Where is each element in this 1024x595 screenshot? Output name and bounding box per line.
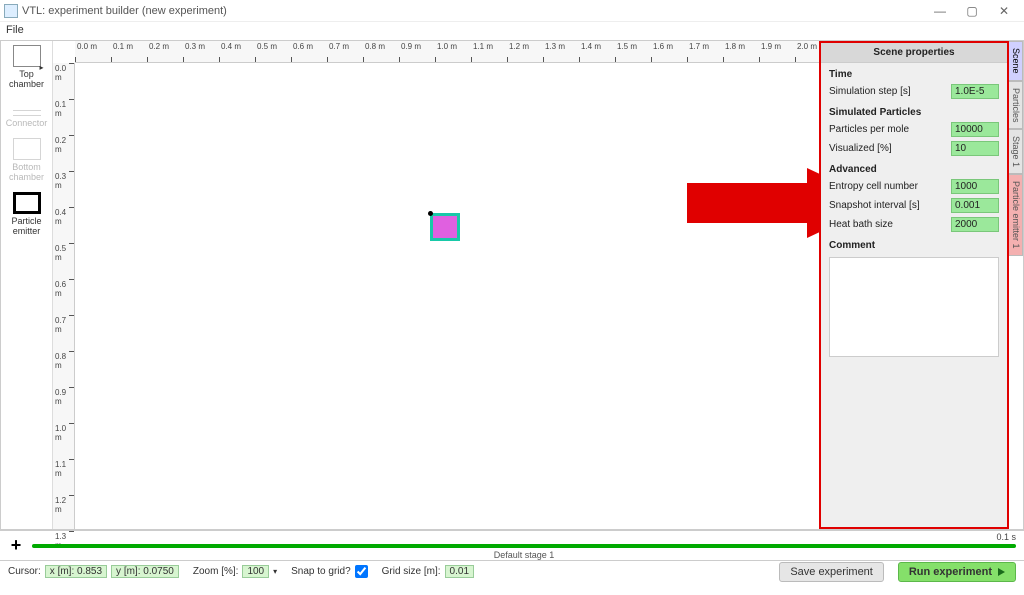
- titlebar: VTL: experiment builder (new experiment)…: [0, 0, 1024, 22]
- add-stage-button[interactable]: +: [8, 535, 24, 556]
- section-advanced: Advanced: [821, 158, 1007, 177]
- connector-icon: [13, 110, 41, 116]
- zoom-field[interactable]: 100: [242, 565, 269, 578]
- sim-step-label: Simulation step [s]: [829, 86, 945, 97]
- run-experiment-button[interactable]: Run experiment: [898, 562, 1016, 582]
- tab-scene[interactable]: Scene: [1009, 41, 1023, 81]
- tool-label: Top chamber: [5, 69, 49, 89]
- tab-particles[interactable]: Particles: [1009, 81, 1023, 130]
- zoom-control: Zoom [%]: 100 ▾: [193, 565, 277, 578]
- window-title: VTL: experiment builder (new experiment): [22, 5, 227, 17]
- top-chamber-icon: [13, 45, 41, 67]
- tool-label: Connector: [6, 118, 48, 128]
- menubar: File: [0, 22, 1024, 40]
- canvas[interactable]: [75, 63, 819, 529]
- timeline-end: 0.1 s: [996, 532, 1016, 542]
- comment-textarea[interactable]: [829, 257, 999, 357]
- canvas-area: 0.0 m0.1 m0.2 m0.3 m0.4 m0.5 m0.6 m0.7 m…: [53, 41, 819, 529]
- cursor-y: y [m]: 0.0750: [111, 565, 179, 578]
- timeline: + 0.1 s Default stage 1: [0, 530, 1024, 560]
- save-experiment-button[interactable]: Save experiment: [779, 562, 884, 582]
- tool-label: Bottom chamber: [5, 162, 49, 182]
- vis-field[interactable]: 10: [951, 141, 999, 156]
- zoom-dropdown-icon[interactable]: ▾: [273, 567, 277, 576]
- run-label: Run experiment: [909, 566, 992, 578]
- snapshot-label: Snapshot interval [s]: [829, 200, 945, 211]
- side-tabs: Scene Particles Stage 1 Particle emitter…: [1009, 41, 1023, 529]
- entropy-label: Entropy cell number: [829, 181, 945, 192]
- tool-particle-emitter[interactable]: Particle emitter: [5, 192, 49, 236]
- maximize-button[interactable]: ▢: [956, 4, 988, 18]
- minimize-button[interactable]: —: [924, 4, 956, 18]
- snap-checkbox[interactable]: [355, 565, 368, 578]
- tab-stage[interactable]: Stage 1: [1009, 129, 1023, 174]
- shape-handle[interactable]: [428, 211, 433, 216]
- particle-emitter-icon: [13, 192, 41, 214]
- ppm-label: Particles per mole: [829, 124, 945, 135]
- section-comment: Comment: [821, 234, 1007, 253]
- toolbox: Top chamber ▸ Connector Bottom chamber P…: [1, 41, 53, 529]
- tool-connector[interactable]: Connector: [5, 110, 49, 128]
- tool-top-chamber[interactable]: Top chamber ▸: [5, 45, 49, 100]
- heatbath-label: Heat bath size: [829, 219, 945, 230]
- play-icon: [998, 568, 1005, 576]
- vis-label: Visualized [%]: [829, 143, 945, 154]
- properties-panel: Scene properties Time Simulation step [s…: [819, 41, 1009, 529]
- heatbath-field[interactable]: 2000: [951, 217, 999, 232]
- close-button[interactable]: ✕: [988, 4, 1020, 18]
- app-body: Top chamber ▸ Connector Bottom chamber P…: [0, 40, 1024, 530]
- snapshot-field[interactable]: 0.001: [951, 198, 999, 213]
- bottom-chamber-icon: [13, 138, 41, 160]
- timeline-track[interactable]: 0.1 s Default stage 1: [32, 544, 1016, 548]
- cursor-readout: Cursor: x [m]: 0.853 y [m]: 0.0750: [8, 565, 179, 578]
- timeline-stage-label: Default stage 1: [494, 550, 555, 560]
- grid-size-control: Grid size [m]: 0.01: [382, 565, 474, 578]
- properties-title: Scene properties: [821, 43, 1007, 63]
- tool-label: Particle emitter: [5, 216, 49, 236]
- app-icon: [4, 4, 18, 18]
- sim-step-field[interactable]: 1.0E-5: [951, 84, 999, 99]
- horizontal-ruler: 0.0 m0.1 m0.2 m0.3 m0.4 m0.5 m0.6 m0.7 m…: [75, 41, 819, 63]
- grid-size-field[interactable]: 0.01: [445, 565, 474, 578]
- section-particles: Simulated Particles: [821, 101, 1007, 120]
- annotation-arrow: [687, 168, 819, 238]
- particle-emitter-shape[interactable]: [430, 213, 460, 241]
- statusbar: Cursor: x [m]: 0.853 y [m]: 0.0750 Zoom …: [0, 560, 1024, 582]
- menu-file[interactable]: File: [6, 24, 24, 36]
- tool-bottom-chamber[interactable]: Bottom chamber: [5, 138, 49, 182]
- entropy-field[interactable]: 1000: [951, 179, 999, 194]
- snap-control: Snap to grid?: [291, 565, 368, 578]
- cursor-x: x [m]: 0.853: [45, 565, 107, 578]
- ppm-field[interactable]: 10000: [951, 122, 999, 137]
- section-time: Time: [821, 63, 1007, 82]
- tab-emitter[interactable]: Particle emitter 1: [1009, 174, 1023, 256]
- vertical-ruler: 0.0 m0.1 m0.2 m0.3 m0.4 m0.5 m0.6 m0.7 m…: [53, 63, 75, 529]
